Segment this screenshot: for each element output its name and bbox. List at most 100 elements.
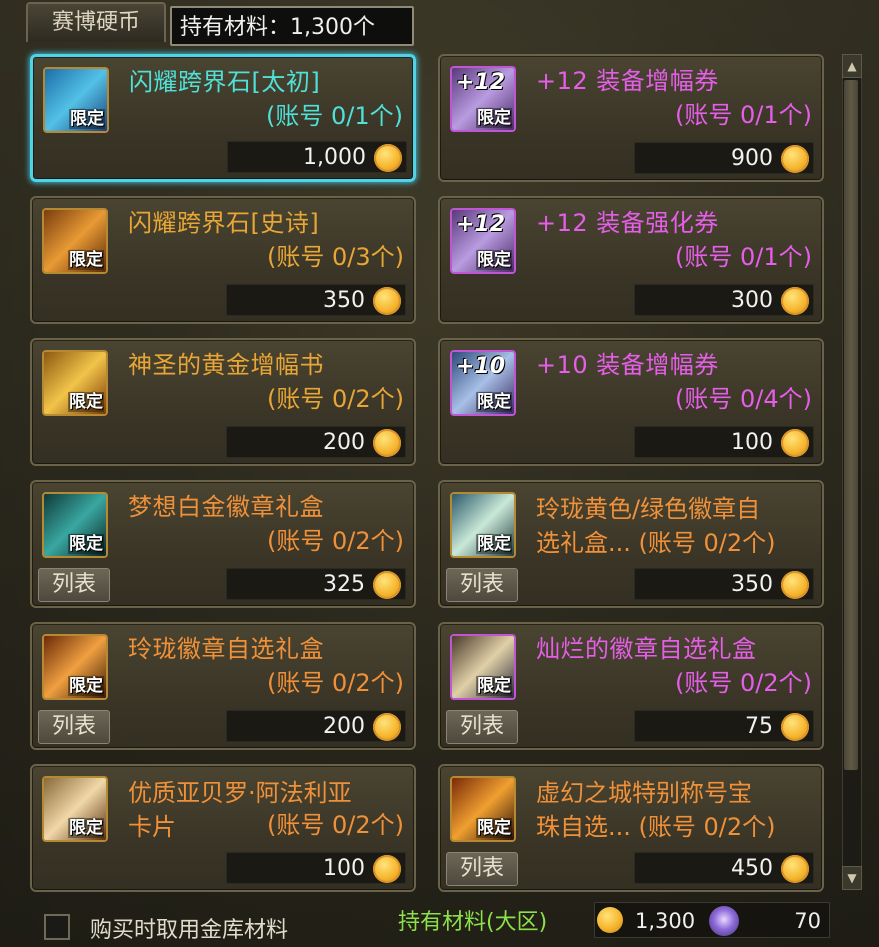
shop-item-card[interactable]: 限定 灿烂的徽章自选礼盒 (账号 0/2个) 列表 75 — [438, 622, 824, 750]
price-box: 900 — [634, 142, 814, 174]
badge-select-box-icon[interactable]: 限定 — [42, 634, 108, 700]
use-vault-checkbox[interactable] — [44, 914, 70, 940]
price-box: 350 — [634, 568, 814, 600]
limited-badge: 限定 — [476, 676, 512, 696]
gem-icon — [709, 906, 739, 936]
limited-badge: 限定 — [476, 392, 512, 412]
price-value: 100 — [731, 430, 773, 455]
shop-item-card[interactable]: 限定 神圣的黄金增幅书 (账号 0/2个) 200 — [30, 338, 416, 466]
shop-item-card[interactable]: 限定 梦想白金徽章礼盒 (账号 0/2个) 列表 325 — [30, 480, 416, 608]
list-button[interactable]: 列表 — [446, 710, 518, 744]
coin-icon — [781, 287, 809, 315]
price-box: 350 — [226, 284, 406, 316]
coin-icon — [373, 713, 401, 741]
item-quota: (账号 0/1个) — [266, 102, 403, 130]
golden-book-icon[interactable]: 限定 — [42, 350, 108, 416]
price-value: 1,000 — [303, 145, 366, 170]
price-box: 300 — [634, 284, 814, 316]
price-value: 200 — [323, 714, 365, 739]
item-name-line2: 选礼盒... (账号 0/2个) — [536, 529, 776, 557]
card-icon[interactable]: 限定 — [42, 776, 108, 842]
item-name-line1: 虚幻之城特别称号宝 — [536, 779, 752, 807]
coin-icon — [781, 145, 809, 173]
limited-badge: 限定 — [68, 676, 104, 696]
price-value: 325 — [323, 572, 365, 597]
owned-gems-value: 70 — [794, 909, 821, 933]
coin-icon — [781, 855, 809, 883]
coin-icon — [597, 907, 623, 933]
item-name: 玲珑徽章自选礼盒 — [128, 635, 324, 663]
item-name: 虚幻之城特别称号宝 珠自选... (账号 0/2个) — [536, 776, 814, 844]
price-box: 450 — [634, 852, 814, 884]
platinum-badge-box-icon[interactable]: 限定 — [42, 492, 108, 558]
list-button[interactable]: 列表 — [38, 710, 110, 744]
coin-icon — [373, 287, 401, 315]
plus12-ticket-icon[interactable]: +12 限定 — [450, 66, 516, 132]
shop-item-card[interactable]: 限定 玲珑黄色/绿色徽章自 选礼盒... (账号 0/2个) 列表 350 — [438, 480, 824, 608]
item-name: 神圣的黄金增幅书 — [128, 351, 324, 379]
item-quota: (账号 0/1个) — [675, 101, 812, 129]
shop-item-card[interactable]: +12 限定 +12 装备增幅券 (账号 0/1个) 900 — [438, 54, 824, 182]
plus12-ticket-icon[interactable]: +12 限定 — [450, 208, 516, 274]
coin-icon — [374, 144, 402, 172]
item-name: 闪耀跨界石[太初] — [129, 68, 321, 96]
limited-badge: 限定 — [68, 250, 104, 270]
owned-region-label: 持有材料(大区) — [398, 910, 548, 935]
price-value: 100 — [323, 856, 365, 881]
coin-icon — [373, 571, 401, 599]
price-value: 900 — [731, 146, 773, 171]
limited-badge: 限定 — [476, 818, 512, 838]
crystal-epic-icon[interactable]: 限定 — [42, 208, 108, 274]
limited-badge: 限定 — [476, 250, 512, 270]
coin-icon — [373, 855, 401, 883]
plus10-ticket-icon[interactable]: +10 限定 — [450, 350, 516, 416]
shop-item-card[interactable]: 限定 优质亚贝罗·阿法利亚 卡片 (账号 0/2个) 100 — [30, 764, 416, 892]
limited-badge: 限定 — [476, 108, 512, 128]
item-quota: (账号 0/2个) — [267, 669, 404, 697]
limited-badge: 限定 — [69, 109, 105, 129]
crystal-icon[interactable]: 限定 — [43, 67, 109, 133]
shop-item-card[interactable]: 限定 闪耀跨界石[太初] (账号 0/1个) 1,000 — [30, 54, 416, 182]
list-button[interactable]: 列表 — [446, 568, 518, 602]
brilliant-badge-box-icon[interactable]: 限定 — [450, 634, 516, 700]
shop-item-card[interactable]: 限定 玲珑徽章自选礼盒 (账号 0/2个) 列表 200 — [30, 622, 416, 750]
price-box: 1,000 — [227, 141, 407, 173]
price-box: 200 — [226, 426, 406, 458]
item-name: 灿烂的徽章自选礼盒 — [536, 635, 757, 663]
use-vault-label: 购买时取用金库材料 — [90, 918, 289, 943]
shop-item-card[interactable]: +10 限定 +10 装备增幅券 (账号 0/4个) 100 — [438, 338, 824, 466]
item-quota: (账号 0/2个) — [267, 385, 404, 413]
shop-item-card[interactable]: 限定 虚幻之城特别称号宝 珠自选... (账号 0/2个) 列表 450 — [438, 764, 824, 892]
price-value: 300 — [731, 288, 773, 313]
list-button[interactable]: 列表 — [38, 568, 110, 602]
shop-item-card[interactable]: 限定 闪耀跨界石[史诗] (账号 0/3个) 350 — [30, 196, 416, 324]
item-name-line1: 优质亚贝罗·阿法利亚 — [128, 779, 352, 807]
item-quota: (账号 0/4个) — [675, 385, 812, 413]
price-value: 75 — [745, 714, 773, 739]
limited-badge: 限定 — [68, 534, 104, 554]
item-quota: (账号 0/2个) — [267, 527, 404, 555]
item-name-line1: 玲珑黄色/绿色徽章自 — [536, 495, 761, 523]
price-box: 100 — [226, 852, 406, 884]
item-name: 闪耀跨界石[史诗] — [128, 209, 320, 237]
item-name: +12 装备增幅券 — [536, 67, 719, 95]
title-orb-icon[interactable]: 限定 — [450, 776, 516, 842]
shop-item-card[interactable]: +12 限定 +12 装备强化券 (账号 0/1个) 300 — [438, 196, 824, 324]
item-quota: (账号 0/2个) — [675, 669, 812, 697]
upgrade-level-badge: +10 — [456, 354, 506, 379]
badge-box-icon[interactable]: 限定 — [450, 492, 516, 558]
limited-badge: 限定 — [476, 534, 512, 554]
price-value: 350 — [323, 288, 365, 313]
scrollbar-thumb[interactable] — [844, 80, 858, 770]
list-button[interactable]: 列表 — [446, 852, 518, 886]
price-value: 200 — [323, 430, 365, 455]
price-value: 350 — [731, 572, 773, 597]
scroll-down-button[interactable]: ▼ — [842, 866, 862, 890]
scroll-up-button[interactable]: ▲ — [842, 54, 862, 78]
coin-icon — [781, 429, 809, 457]
price-box: 75 — [634, 710, 814, 742]
limited-badge: 限定 — [68, 392, 104, 412]
tab-cyber-coin[interactable]: 赛博硬币 — [26, 2, 166, 42]
price-box: 100 — [634, 426, 814, 458]
item-name-line2: 珠自选... (账号 0/2个) — [536, 813, 776, 841]
